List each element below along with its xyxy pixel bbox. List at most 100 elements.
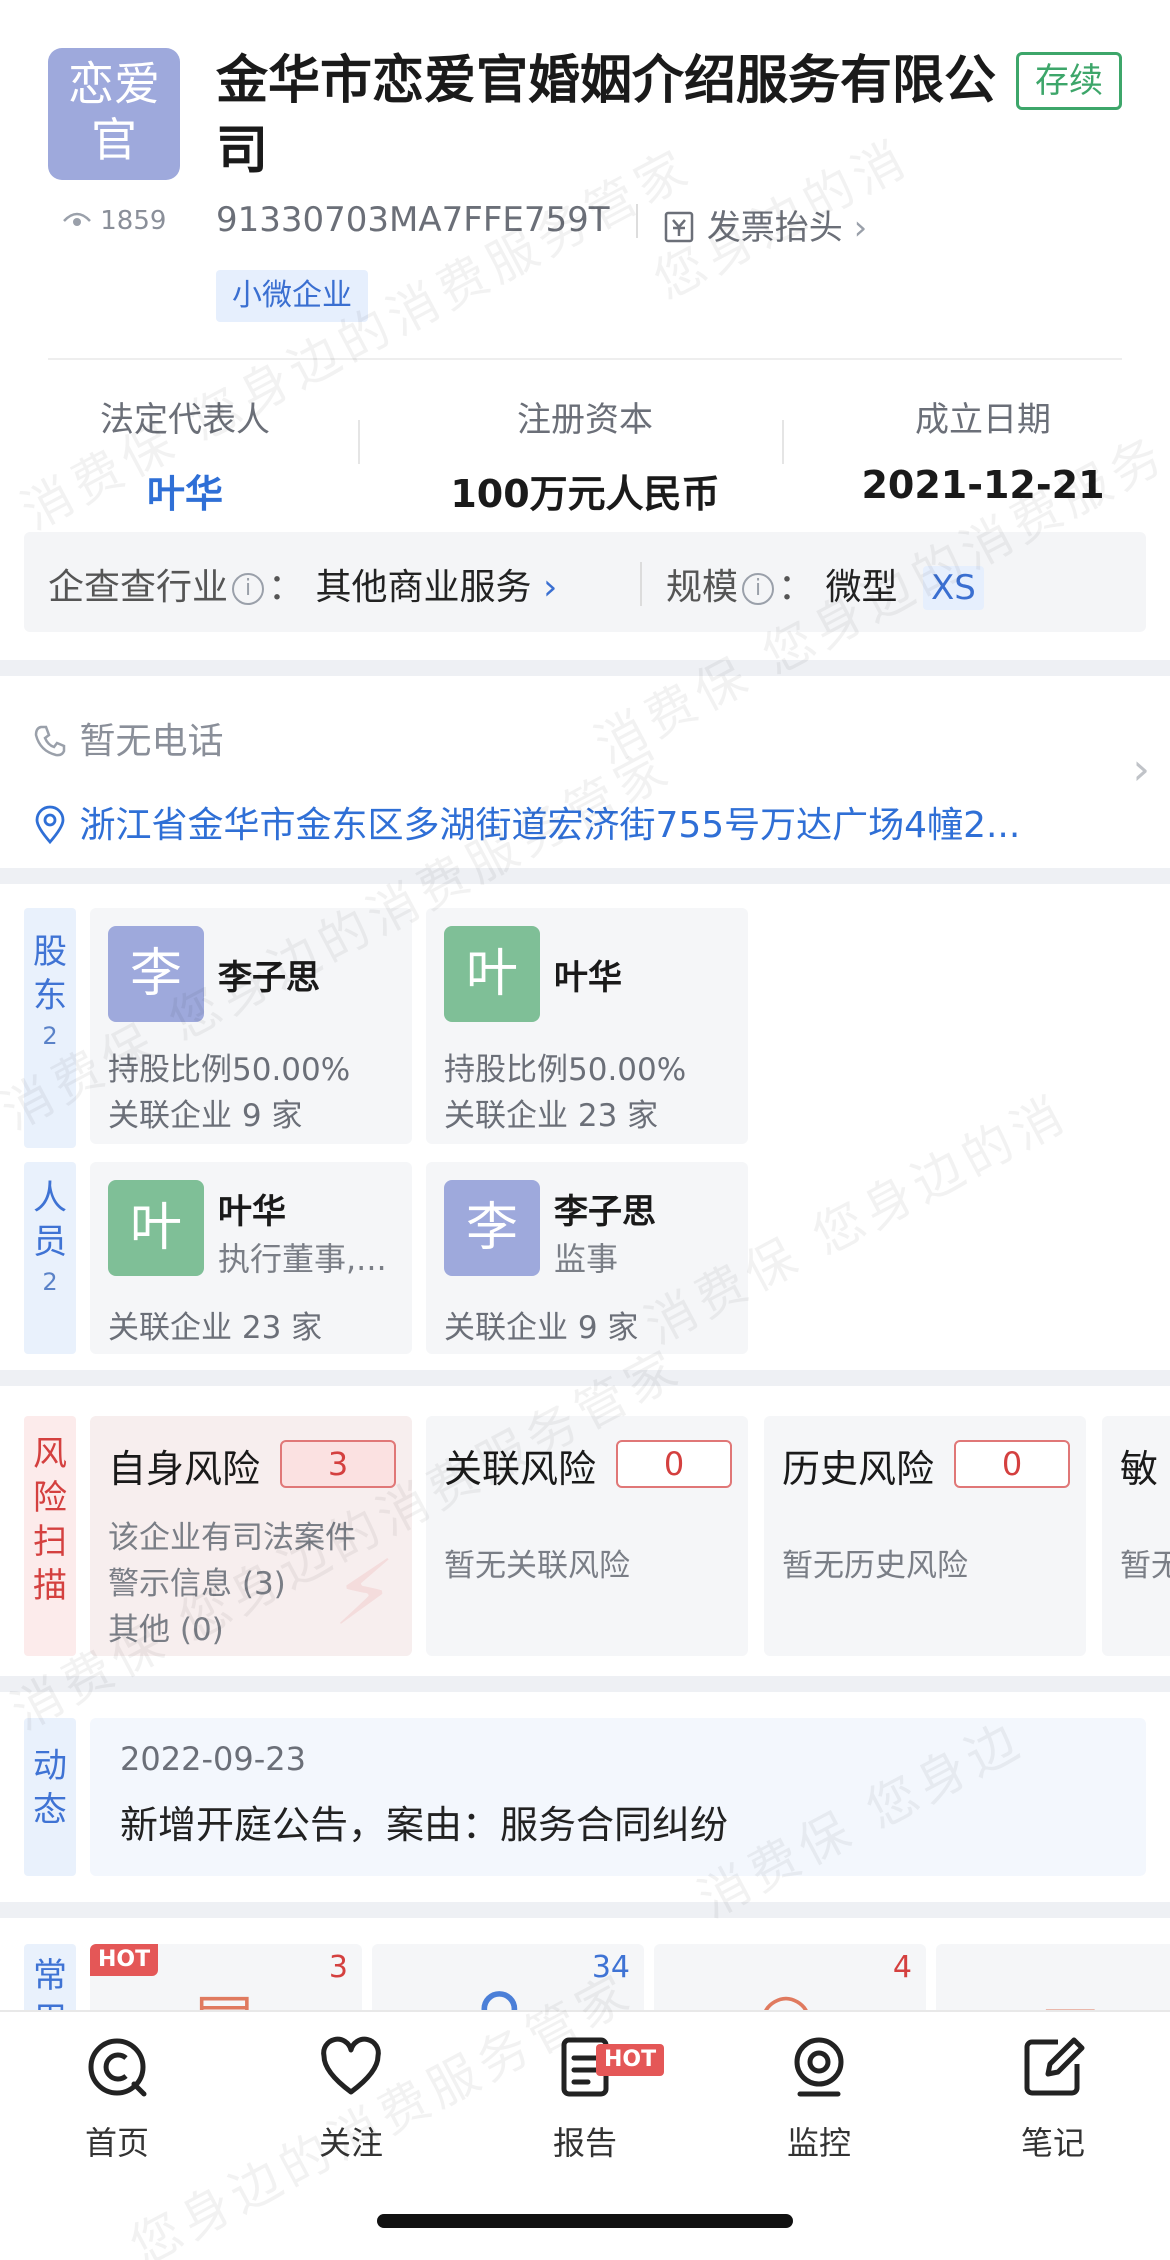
staff-role: 执行董事,... [218, 1240, 387, 1278]
address-text: 浙江省金华市金东区多湖街道宏济街755号万达广场4幢2... [79, 805, 1021, 846]
risk-title: 自身风险 [108, 1447, 261, 1491]
stat-registered-capital: 注册资本 100万元人民币 [420, 392, 750, 518]
risk-title: 关联风险 [444, 1447, 597, 1491]
phone-text: 暂无电话 [79, 721, 224, 762]
risk-scan-label[interactable]: 风险扫描 [24, 1416, 76, 1656]
founded-date-value: 2021-12-21 [861, 463, 1105, 507]
staff-label[interactable]: 人员 2 [24, 1162, 76, 1354]
home-indicator[interactable] [377, 2214, 793, 2228]
related-companies: 关联企业 23 家 [444, 1098, 659, 1134]
eye-icon [63, 212, 91, 226]
nav-label: 关注 [318, 2124, 383, 2162]
view-count-value: 1859 [100, 206, 167, 236]
invoice-title-link[interactable]: 发票抬头 › [662, 200, 867, 249]
staff-card[interactable]: 李 李子思 监事 关联企业 9 家 [426, 1162, 748, 1354]
hot-badge: HOT [596, 2044, 665, 2076]
nav-label: 监控 [786, 2124, 851, 2162]
stat-label: 注册资本 [517, 400, 653, 440]
credit-code[interactable]: 91330703MA7FFE759T [216, 200, 610, 240]
nav-label: 首页 [84, 2124, 149, 2162]
company-logo: 恋爱官 [48, 48, 180, 180]
risk-desc: 暂无关联风险 [444, 1548, 630, 1584]
staff-count: 2 [42, 1268, 58, 1296]
camera-icon [794, 2037, 844, 2097]
nav-home[interactable]: 首页 [0, 2032, 234, 2164]
tool-count: 3 [328, 1950, 348, 1985]
status-badge: 存续 [1016, 52, 1122, 110]
shareholders-label[interactable]: 股东 2 [24, 908, 76, 1148]
industry-bar: 企查查行业 i： 其他商业服务 › 规模 i： 微型 XS [24, 532, 1146, 632]
risk-scan-label-text: 风险扫描 [33, 1434, 67, 1606]
shareholder-name: 叶华 [554, 958, 622, 998]
industry-value: 其他商业服务 [315, 567, 532, 608]
scale-info[interactable]: 规模 i： 微型 XS [666, 558, 984, 610]
phone-row[interactable]: 暂无电话 [32, 712, 223, 764]
risk-count: 0 [954, 1440, 1070, 1488]
sensitive-risk-card[interactable]: 敏 暂无 [1102, 1416, 1170, 1656]
shareholding-ratio: 持股比例50.00% [444, 1052, 687, 1088]
staff-role: 监事 [554, 1240, 619, 1278]
divider [636, 204, 638, 238]
chevron-right-icon: › [542, 567, 558, 608]
nav-report[interactable]: HOT 报告 [468, 2032, 702, 2164]
people-card: 股东 2 李 李子思 持股比例50.00% 关联企业 9 家 叶 叶华 持股比例… [0, 884, 1170, 1370]
related-companies: 关联企业 9 家 [108, 1098, 303, 1134]
industry-label: 企查查行业 [48, 567, 229, 608]
risk-desc: 暂无 [1120, 1548, 1170, 1584]
related-companies: 关联企业 23 家 [108, 1310, 323, 1346]
risk-desc: 暂无历史风险 [782, 1548, 968, 1584]
related-risk-card[interactable]: 关联风险 0 暂无关联风险 [426, 1416, 748, 1656]
view-count: 1859 [62, 206, 166, 236]
risk-title: 历史风险 [782, 1447, 935, 1491]
self-risk-card[interactable]: 自身风险 3 该企业有司法案件 警示信息 (3) 其他 (0) ⚡ [90, 1416, 412, 1656]
dynamics-date: 2022-09-23 [120, 1740, 306, 1778]
company-header-card: 恋爱官 1859 金华市恋爱官婚姻介绍服务有限公司 存续 91330703MA7… [0, 0, 1170, 660]
dynamics-label[interactable]: 动态 [24, 1718, 76, 1876]
stat-legal-rep[interactable]: 法定代表人 叶华 [20, 392, 350, 518]
avatar: 叶 [444, 926, 540, 1022]
risk-desc: 警示信息 (3) [108, 1566, 286, 1602]
staff-card[interactable]: 叶 叶华 执行董事,... 关联企业 23 家 [90, 1162, 412, 1354]
address-row[interactable]: 浙江省金华市金东区多湖街道宏济街755号万达广场4幢2... [32, 796, 1020, 848]
phone-icon [34, 725, 66, 757]
nav-monitor[interactable]: 监控 [702, 2032, 936, 2164]
location-pin-icon [35, 805, 65, 845]
divider [48, 358, 1122, 360]
contact-card[interactable]: 暂无电话 浙江省金华市金东区多湖街道宏济街755号万达广场4幢2... › [0, 676, 1170, 868]
staff-name: 李子思 [554, 1192, 656, 1232]
company-name: 金华市恋爱官婚姻介绍服务有限公司 [216, 51, 997, 181]
legal-rep-value[interactable]: 叶华 [20, 463, 350, 518]
shareholders-label-text: 股东 [33, 932, 67, 1016]
nav-follow[interactable]: 关注 [234, 2032, 468, 2164]
lightning-icon: ⚡ [332, 1541, 396, 1646]
industry-info[interactable]: 企查查行业 i： 其他商业服务 › [48, 558, 557, 610]
tool-count: 4 [892, 1950, 912, 1985]
info-icon[interactable]: i [232, 573, 265, 605]
invoice-label: 发票抬头 [706, 208, 843, 248]
dynamics-item[interactable]: 2022-09-23 新增开庭公告，案由：服务合同纠纷 [90, 1718, 1146, 1876]
shareholders-count: 2 [42, 1022, 58, 1050]
risk-desc: 其他 (0) [108, 1612, 224, 1648]
risk-title: 敏 [1120, 1447, 1159, 1491]
avatar: 李 [444, 1180, 540, 1276]
risk-count: 3 [280, 1440, 396, 1488]
note-edit-icon [1024, 2037, 1085, 2096]
info-icon[interactable]: i [742, 573, 775, 605]
divider [640, 562, 642, 606]
avatar: 叶 [108, 1180, 204, 1276]
shareholder-card[interactable]: 叶 叶华 持股比例50.00% 关联企业 23 家 [426, 908, 748, 1144]
avatar: 李 [108, 926, 204, 1022]
nav-notes[interactable]: 笔记 [936, 2032, 1170, 2164]
shareholder-card[interactable]: 李 李子思 持股比例50.00% 关联企业 9 家 [90, 908, 412, 1144]
dynamics-text: 新增开庭公告，案由：服务合同纠纷 [120, 1803, 729, 1847]
related-companies: 关联企业 9 家 [444, 1310, 639, 1346]
risk-count: 0 [616, 1440, 732, 1488]
staff-label-text: 人员 [33, 1178, 67, 1262]
chevron-right-icon[interactable]: › [1132, 744, 1150, 795]
divider [782, 420, 784, 464]
stat-label: 成立日期 [915, 400, 1051, 440]
enterprise-tag[interactable]: 小微企业 [216, 270, 368, 322]
divider [358, 420, 360, 464]
scale-value: 微型 [825, 567, 898, 608]
history-risk-card[interactable]: 历史风险 0 暂无历史风险 [764, 1416, 1086, 1656]
